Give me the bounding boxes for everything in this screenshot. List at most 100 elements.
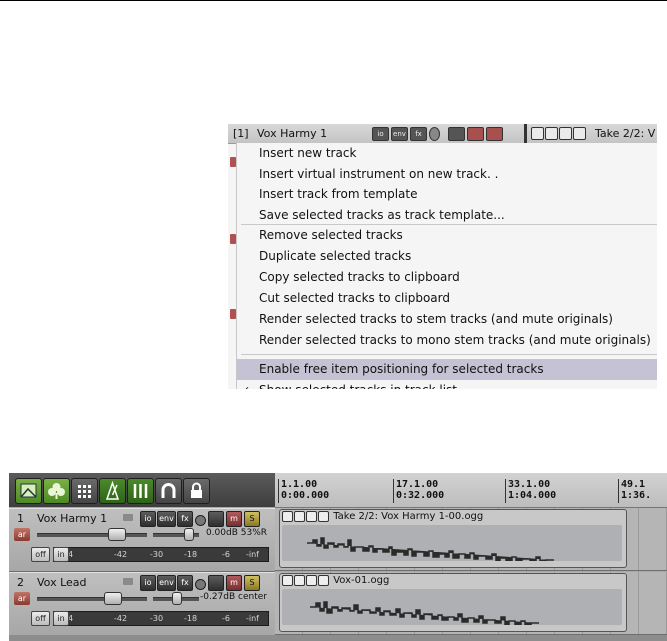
media-item[interactable]: Vox-01.ogg [279,573,627,632]
ruler-marker: 49.1 1:36. [618,479,651,503]
io-button[interactable]: io [140,575,156,591]
ruler-time-label: 1:04.000 [508,490,557,501]
top-divider-line [0,0,667,1]
menu-item-render-stem[interactable]: Render selected tracks to stem tracks (a… [237,309,657,330]
item-notes-icon[interactable] [294,510,305,522]
env-button[interactable]: env [157,511,176,527]
track-name[interactable]: Vox Lead [37,576,87,589]
track-header[interactable]: [1] Vox Harmy 1 io env fx Take 2/2: V [228,124,657,144]
phase-button[interactable] [208,511,224,527]
menu-item-free-positioning[interactable]: Enable free item positioning for selecte… [237,359,657,380]
take-fx-icon[interactable] [573,127,586,140]
meter-tick-label: -6 [222,614,230,623]
media-item[interactable]: Take 2/2: Vox Harmy 1-00.ogg [279,509,627,568]
fx-button[interactable]: fx [177,575,193,591]
solo-button[interactable]: S [244,575,260,591]
volume-readout: -0.27dB center [200,592,267,602]
track-env-button[interactable]: env [391,127,408,141]
item-mute-icon[interactable] [306,510,317,522]
menu-item-label: Save selected tracks as track template..… [259,208,505,222]
menu-item-cut-tracks[interactable]: Cut selected tracks to clipboard [237,288,657,309]
timeline-ruler[interactable]: 1.1.00 0:00.000 17.1.00 0:32.000 33.1.00 1:… [275,473,667,508]
track-fx-button[interactable]: fx [410,127,427,141]
env-button[interactable]: env [157,575,176,591]
meter-tick-label: -6 [222,550,230,559]
menu-item-show-in-track-list[interactable]: ✓ Show selected tracks in track list [237,380,657,389]
off-button[interactable]: off [31,547,50,562]
menu-item-render-mono-stem[interactable]: Render selected tracks to mono stem trac… [237,330,657,351]
mute-button[interactable]: m [226,575,242,591]
ripple-icon[interactable] [127,478,154,504]
item-notes-icon[interactable] [294,574,305,586]
envelope-icon[interactable] [15,478,42,504]
menu-item-save-as-template[interactable]: Save selected tracks as track template..… [237,205,657,226]
record-monitor-icon[interactable] [429,127,440,141]
item-mute-icon[interactable] [306,574,317,586]
take-lock-icon[interactable] [531,127,544,140]
track-name: Vox Harmy 1 [257,127,328,140]
meter-tick-label: -18 [184,550,198,559]
clover-icon[interactable] [43,478,70,504]
item-lock-icon[interactable] [282,510,293,522]
fx-bypass-icon[interactable] [195,515,206,526]
item-lock-icon[interactable] [282,574,293,586]
io-button[interactable]: io [140,511,156,527]
menu-item-label: Insert new track [259,146,357,160]
waveform [282,525,622,561]
menu-item-label: Insert virtual instrument on new track. … [259,167,499,181]
volume-slider[interactable] [37,597,147,601]
menu-item-duplicate-tracks[interactable]: Duplicate selected tracks [237,246,657,267]
mute-button[interactable]: m [226,511,242,527]
context-menu-screenshot: [1] Vox Harmy 1 io env fx Take 2/2: V In… [228,124,657,389]
off-button[interactable]: off [31,611,50,626]
folder-icon[interactable] [123,578,133,585]
take-notes-icon[interactable] [545,127,558,140]
ruler-time-label: 0:32.000 [396,490,445,501]
item-fx-icon[interactable] [318,510,329,522]
track-name[interactable]: Vox Harmy 1 [37,512,107,525]
phase-button[interactable] [208,575,224,591]
volume-slider[interactable] [37,533,147,537]
phase-button[interactable] [448,127,465,141]
track-control-panel[interactable]: 2 Vox Lead io env fx m S ar -0.27dB cent… [9,572,275,636]
track-lane[interactable]: Vox-01.ogg [275,572,667,635]
solo-button[interactable]: S [244,511,260,527]
volume-knob[interactable] [108,528,127,541]
mute-button[interactable] [467,127,484,141]
metronome-icon[interactable] [99,478,126,504]
menu-item-insert-from-template[interactable]: Insert track from template [237,184,657,205]
menu-item-remove-tracks[interactable]: Remove selected tracks [237,225,657,246]
fx-bypass-icon[interactable] [195,579,206,590]
magnet-icon[interactable] [155,478,182,504]
menu-item-insert-new-track[interactable]: Insert new track [237,143,657,164]
grid-icon[interactable] [71,478,98,504]
waveform [282,589,622,625]
ruler-tick [505,479,506,503]
record-arm-button[interactable]: ar [14,528,30,541]
pan-knob[interactable] [172,592,182,605]
item-label: Vox-01.ogg [333,575,390,586]
item-fx-icon[interactable] [318,574,329,586]
menu-item-insert-virtual-instrument[interactable]: Insert virtual instrument on new track. … [237,164,657,185]
volume-knob[interactable] [103,592,122,605]
item-label: Take 2/2: Vox Harmy 1-00.ogg [333,511,484,522]
menu-item-label: Render selected tracks to stem tracks (a… [259,312,613,326]
lock-icon[interactable] [183,478,210,504]
meter-tick-label: -42 [114,550,128,559]
fx-button[interactable]: fx [177,511,193,527]
pan-knob[interactable] [183,528,194,541]
track-control-panel[interactable]: 1 Vox Harmy 1 io env fx m S ar 0.00dB 53… [9,508,275,572]
level-meter: -54 -42 -30 -18 -6 -inf [53,547,269,562]
input-button[interactable]: in [53,547,69,562]
input-button[interactable]: in [53,611,69,626]
arrange-view-screenshot: 1.1.00 0:00.000 17.1.00 0:32.000 33.1.00 1:… [9,473,667,641]
menu-item-copy-tracks[interactable]: Copy selected tracks to clipboard [237,267,657,288]
track-io-button[interactable]: io [372,127,389,141]
track-lane[interactable]: Take 2/2: Vox Harmy 1-00.ogg [275,508,667,571]
folder-icon[interactable] [123,514,133,521]
ruler-marker: 17.1.00 0:32.000 [393,479,445,503]
solo-button[interactable] [486,127,503,141]
record-arm-button[interactable]: ar [14,592,30,605]
track-number: [1] [233,127,249,140]
take-mute-icon[interactable] [559,127,572,140]
